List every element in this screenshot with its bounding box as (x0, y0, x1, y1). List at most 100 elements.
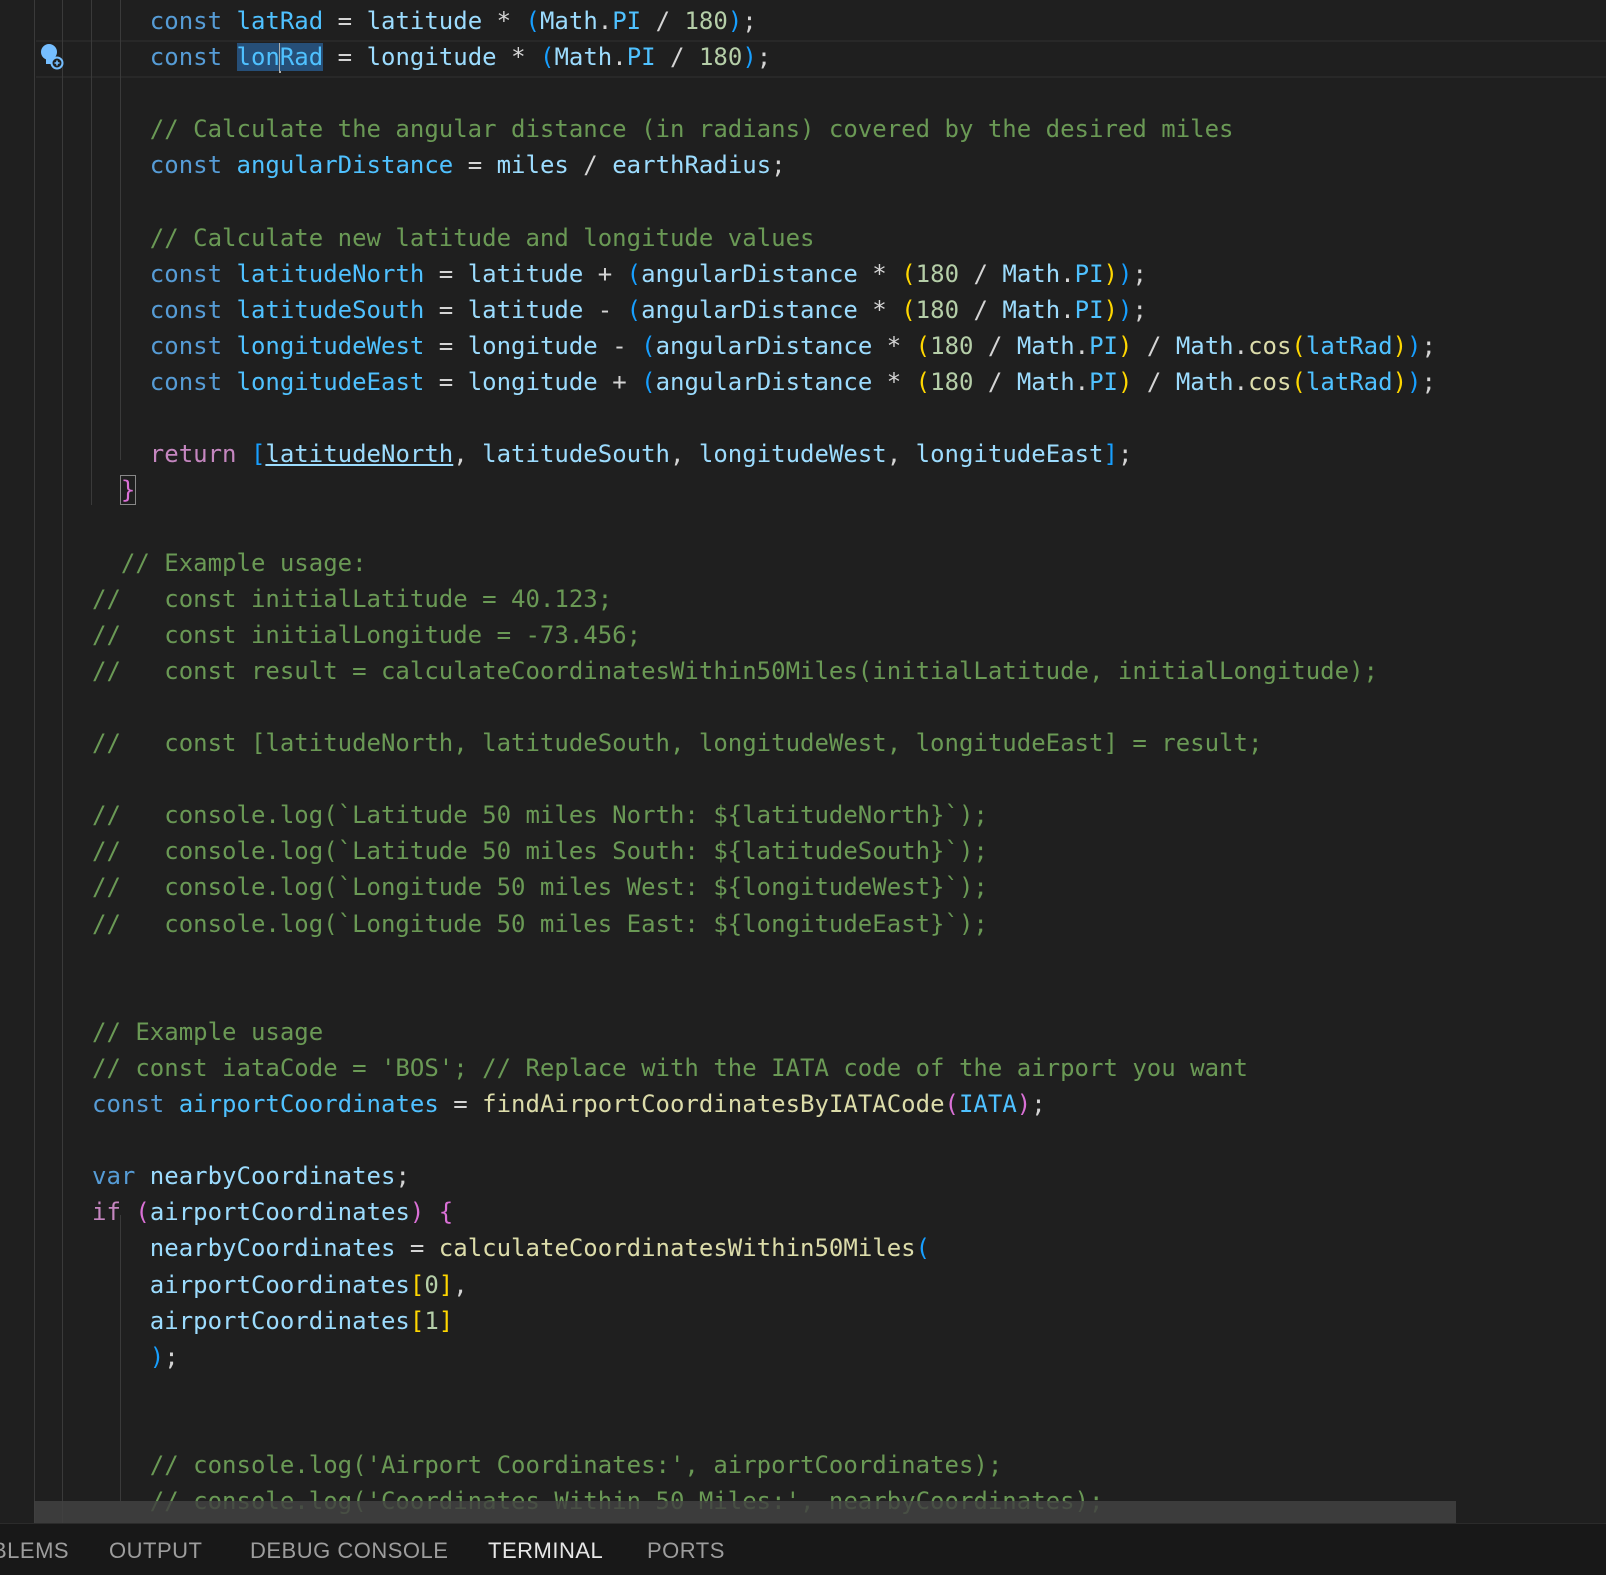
code-token: * (857, 295, 902, 324)
code-line: var nearbyCoordinates; (92, 1158, 410, 1194)
code-token: ( (944, 1090, 959, 1118)
code-line: const latRad = latitude * (Math.PI / 180… (92, 3, 757, 39)
code-token: findAirportCoordinatesByIATACode (482, 1090, 945, 1118)
code-token: ( (641, 368, 656, 396)
code-line: // const result = calculateCoordinatesWi… (92, 653, 1378, 689)
code-token: // Example usage: (120, 548, 367, 577)
code-token: nearbyCoordinates (149, 1162, 396, 1191)
lightbulb-autofix-icon[interactable] (38, 42, 66, 72)
code-token: airportCoordinates (149, 1306, 410, 1335)
indent-guide (62, 0, 63, 1523)
code-line: nearbyCoordinates = calculateCoordinates… (92, 1230, 930, 1266)
code-token: [ (409, 1306, 425, 1335)
code-token: ; (164, 1342, 179, 1371)
code-token: / (1132, 331, 1176, 360)
code-token: ) (727, 7, 743, 35)
code-token: 180 (930, 368, 974, 396)
code-token: const (149, 43, 237, 72)
panel-tab-bar: BLEMS OUTPUT DEBUG CONSOLE TERMINAL PORT… (0, 1523, 1606, 1575)
horizontal-scrollbar[interactable] (34, 1501, 1456, 1523)
code-token: latitudeSouth (236, 295, 425, 324)
code-token: nearbyCoordinates (149, 1234, 396, 1263)
tab-terminal[interactable]: TERMINAL (488, 1538, 603, 1564)
code-token: [ (250, 440, 266, 469)
code-token: // const [latitudeNorth, latitudeSouth, … (92, 729, 1263, 757)
code-token: latitudeSouth (482, 440, 670, 469)
code-token: ) (1392, 368, 1408, 396)
code-token: PI (1089, 331, 1118, 360)
code-token: Math (1016, 368, 1075, 396)
code-token: cos (1248, 368, 1292, 396)
code-token: // console.log(`Longitude 50 miles East:… (92, 909, 988, 938)
code-token: ( (539, 43, 555, 72)
code-line: // const [latitudeNorth, latitudeSouth, … (92, 725, 1262, 761)
code-token: ( (901, 295, 916, 324)
code-editor[interactable]: const latRad = latitude * (Math.PI / 180… (0, 0, 1606, 1523)
code-line: const latitudeNorth = latitude + (angula… (92, 256, 1147, 292)
code-token: = (323, 43, 367, 72)
code-token: / (973, 331, 1017, 360)
code-token: Math (1175, 331, 1234, 360)
code-token: Math (1002, 295, 1061, 324)
code-token: 180 (930, 331, 974, 360)
code-token: ] (1103, 440, 1118, 469)
code-line: const airportCoordinates = findAirportCo… (92, 1086, 1046, 1122)
code-token: ) (1118, 368, 1133, 396)
code-token: Math (1175, 368, 1234, 396)
tab-debug-console[interactable]: DEBUG CONSOLE (250, 1538, 448, 1564)
code-token: return (149, 440, 251, 469)
code-token: / (959, 259, 1003, 288)
code-token: latRad (1305, 368, 1393, 396)
tab-output[interactable]: OUTPUT (109, 1538, 202, 1564)
code-token: ( (641, 331, 656, 360)
code-token: Math (1002, 259, 1061, 288)
code-token: . (1233, 331, 1249, 360)
code-line: // const iataCode = 'BOS'; // Replace wi… (92, 1050, 1248, 1086)
code-token: = (424, 331, 468, 360)
code-token: * (482, 7, 526, 35)
code-token: angularDistance (655, 331, 873, 360)
code-token: const (149, 331, 237, 360)
code-token: ( (626, 295, 642, 324)
code-token: angularDistance (236, 151, 454, 180)
code-token: // Calculate the angular distance (in ra… (149, 115, 1234, 144)
code-token: const (149, 368, 237, 396)
code-token: latRad (236, 7, 324, 35)
code-token: ; (1132, 295, 1147, 324)
code-line: // const initialLongitude = -73.456; (92, 617, 641, 653)
code-token: 180 (684, 7, 728, 35)
code-token: . (1060, 259, 1075, 288)
code-token: = (424, 259, 468, 288)
editor-gutter (0, 0, 34, 1523)
code-line: // console.log(`Longitude 50 miles West:… (92, 869, 988, 905)
code-line: } (92, 472, 137, 508)
code-token: Rad (279, 43, 324, 72)
code-token: ) (742, 43, 757, 72)
code-token: ( (1291, 331, 1306, 360)
code-token: [ (409, 1270, 425, 1299)
code-token: angularDistance (655, 368, 873, 396)
code-token: ( (1291, 368, 1306, 396)
code-token: earthRadius (612, 151, 772, 180)
code-token: ) (1103, 295, 1118, 324)
code-token: // console.log('Airport Coordinates:', a… (149, 1451, 1003, 1479)
code-token: . (1074, 331, 1090, 360)
code-token: var (92, 1162, 150, 1191)
tab-problems[interactable]: BLEMS (0, 1538, 69, 1564)
code-token: airportCoordinates (178, 1090, 439, 1118)
code-token: + (597, 368, 642, 396)
tab-ports[interactable]: PORTS (647, 1538, 725, 1564)
code-token: ; (771, 151, 786, 180)
code-token: = (323, 7, 367, 35)
code-token: angularDistance (641, 295, 858, 324)
code-line: // const initialLatitude = 40.123; (92, 581, 612, 617)
code-token: , (670, 440, 699, 469)
code-token: ] (438, 1270, 454, 1299)
code-line: const longitudeWest = longitude - (angul… (92, 328, 1436, 364)
